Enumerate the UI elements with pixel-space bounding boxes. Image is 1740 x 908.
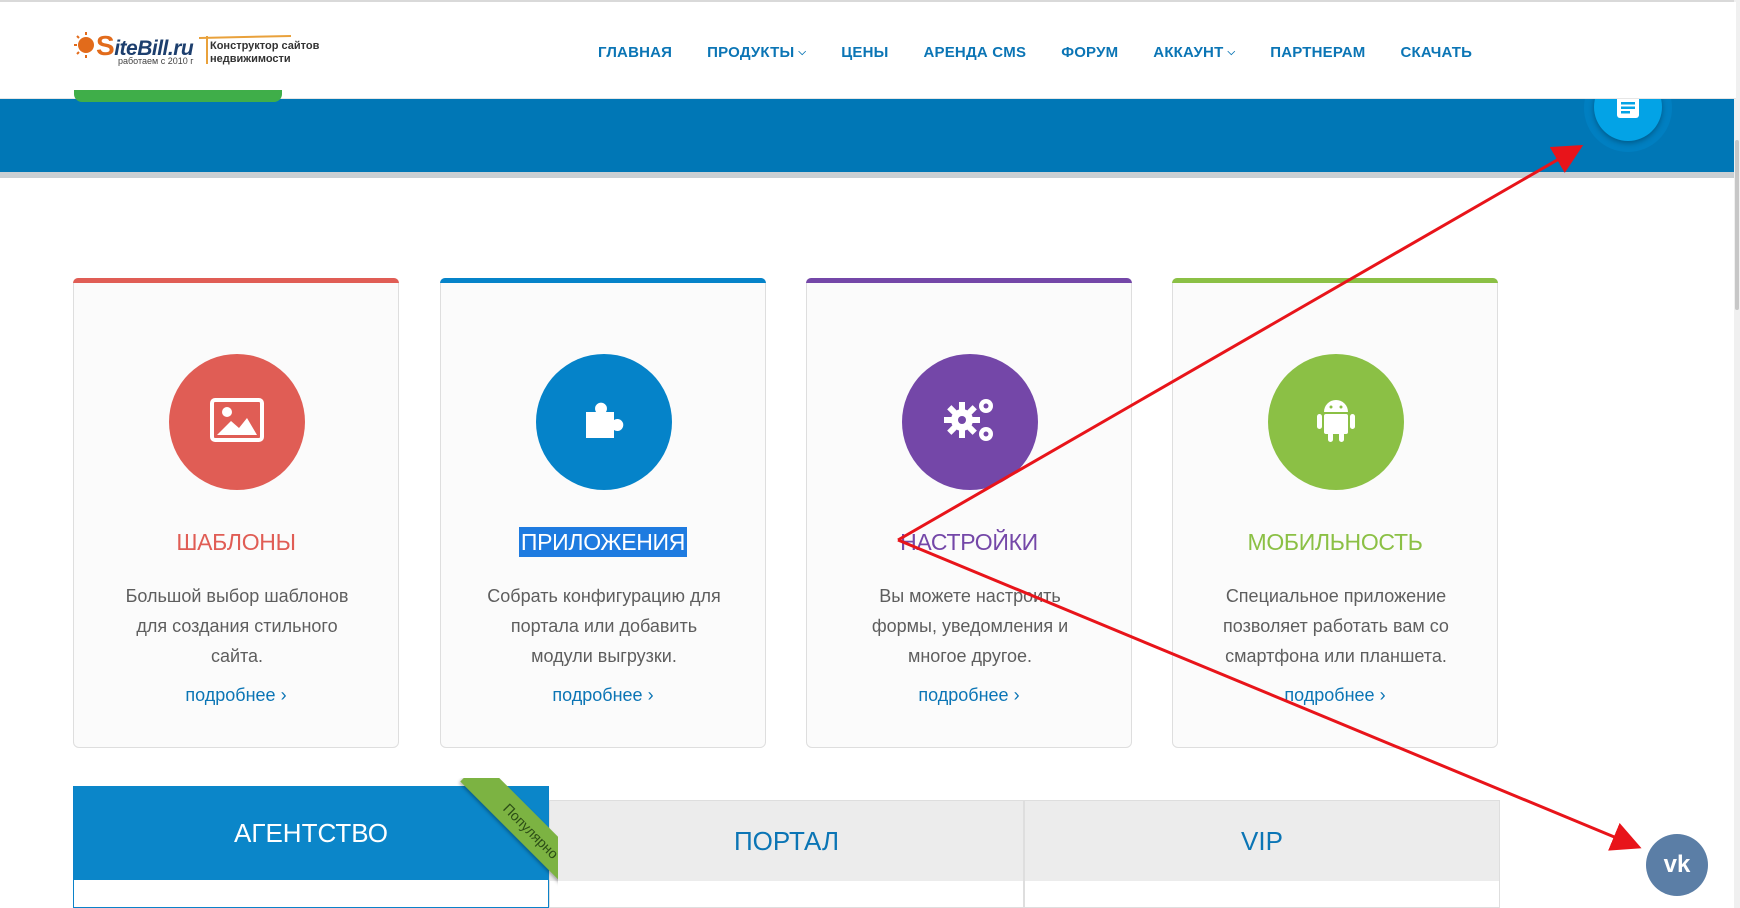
android-icon — [1316, 396, 1356, 449]
hero-band-shadow — [0, 172, 1736, 178]
main-navigation: ГЛАВНАЯ ПРОДУКТЫ ⌵ ЦЕНЫ АРЕНДА CMS ФОРУМ АККАУ… — [598, 44, 1507, 61]
sitebill-logo[interactable]: SiteBill.ru работаем с 2010 г Конструкто… — [74, 26, 334, 72]
card-more-link[interactable]: подробнее › — [74, 685, 398, 706]
vk-icon: vk — [1663, 851, 1691, 878]
nav-item-label: АККАУНТ — [1153, 44, 1224, 61]
page-scrollbar[interactable] — [1734, 0, 1740, 908]
card-title-text: МОБИЛЬНОСТЬ — [1247, 529, 1423, 555]
card-more-link[interactable]: подробнее › — [1173, 685, 1497, 706]
logo-tagline-line1: Конструктор сайтов — [210, 40, 320, 52]
logo-tagline: Конструктор сайтов недвижимости — [210, 40, 319, 66]
card-title-text: ПРИЛОЖЕНИЯ — [518, 527, 688, 557]
card-more-label: подробнее — [185, 685, 276, 705]
card-description: Собрать конфигурацию для портала или доб… — [487, 586, 721, 666]
gears-icon — [942, 394, 998, 451]
logo-tagline-line2: недвижимости — [210, 53, 291, 65]
logo-since: работаем с 2010 г — [118, 56, 194, 66]
card-icon-circle — [1268, 354, 1404, 490]
card-more-label: подробнее — [918, 685, 1009, 705]
scrollbar-thumb[interactable] — [1735, 140, 1739, 310]
nav-item-2[interactable]: ЦЕНЫ — [841, 44, 888, 61]
nav-item-label: ЦЕНЫ — [841, 44, 889, 61]
vk-button[interactable]: vk — [1646, 834, 1708, 896]
chevron-right-icon: › — [280, 685, 287, 705]
card-top-bar — [73, 278, 399, 283]
nav-item-0[interactable]: ГЛАВНАЯ — [598, 44, 672, 61]
hero-band — [0, 98, 1736, 172]
card-more-label: подробнее — [1284, 685, 1375, 705]
popular-ribbon: Популярно — [440, 778, 558, 896]
logo-brand-s: S — [96, 30, 115, 61]
nav-item-label: ПАРТНЕРАМ — [1270, 44, 1366, 61]
chevron-down-icon: ⌵ — [798, 47, 807, 58]
card-top-bar — [1172, 278, 1498, 283]
feature-card: ШАБЛОНЫ Большой выбор шаблонов для создан… — [73, 278, 399, 748]
chevron-right-icon: › — [647, 685, 654, 705]
pricing-portal-header: ПОРТАЛ — [550, 801, 1023, 881]
nav-item-label: АРЕНДА CMS — [923, 44, 1027, 61]
card-description: Специальное приложение позволяет работат… — [1223, 586, 1449, 666]
pricing-vip[interactable]: VIP — [1024, 800, 1500, 908]
nav-item-4[interactable]: ФОРУМ — [1061, 44, 1118, 61]
card-title: МОБИЛЬНОСТЬ — [1173, 529, 1497, 556]
nav-item-1[interactable]: ПРОДУКТЫ ⌵ — [707, 44, 806, 61]
card-more-label: подробнее — [552, 685, 643, 705]
pricing-vip-header: VIP — [1025, 801, 1499, 881]
chevron-right-icon: › — [1379, 685, 1386, 705]
card-top-bar — [806, 278, 1132, 283]
card-more-link[interactable]: подробнее › — [441, 685, 765, 706]
card-description: Большой выбор шаблонов для создания стил… — [125, 586, 349, 666]
feature-card: НАСТРОЙКИ Вы можете настроить формы, увед… — [806, 278, 1132, 748]
pricing-portal[interactable]: ПОРТАЛ — [549, 800, 1024, 908]
card-icon-circle — [902, 354, 1038, 490]
site-header: SiteBill.ru работаем с 2010 г Конструкто… — [0, 2, 1736, 99]
feature-card: МОБИЛЬНОСТЬ Специальное приложение позвол… — [1172, 278, 1498, 748]
nav-item-label: ГЛАВНАЯ — [598, 44, 673, 61]
image-icon — [209, 397, 265, 448]
feature-card: ПРИЛОЖЕНИЯ Собрать конфигурацию для порта… — [440, 278, 766, 748]
card-icon-circle — [169, 354, 305, 490]
nav-item-7[interactable]: СКАЧАТЬ — [1400, 44, 1472, 61]
nav-item-6[interactable]: ПАРТНЕРАМ — [1270, 44, 1365, 61]
popular-ribbon-label: Популярно — [460, 778, 558, 896]
nav-item-5[interactable]: АККАУНТ ⌵ — [1153, 44, 1235, 61]
card-title-text: ШАБЛОНЫ — [176, 529, 296, 555]
chevron-right-icon: › — [1013, 685, 1020, 705]
puzzle-icon — [580, 396, 628, 449]
card-icon-circle — [536, 354, 672, 490]
nav-item-label: СКАЧАТЬ — [1400, 44, 1473, 61]
chevron-down-icon: ⌵ — [1227, 47, 1236, 58]
card-top-bar — [440, 278, 766, 283]
hero-green-button[interactable] — [74, 90, 282, 102]
nav-item-label: ФОРУМ — [1061, 44, 1119, 61]
card-title-text: НАСТРОЙКИ — [900, 529, 1038, 555]
nav-item-label: ПРОДУКТЫ — [707, 44, 795, 61]
nav-item-3[interactable]: АРЕНДА CMS — [923, 44, 1026, 61]
card-title: НАСТРОЙКИ — [807, 529, 1131, 556]
card-title: ПРИЛОЖЕНИЯ — [441, 527, 765, 557]
card-title: ШАБЛОНЫ — [74, 529, 398, 556]
card-more-link[interactable]: подробнее › — [807, 685, 1131, 706]
card-description: Вы можете настроить формы, уведомления и… — [871, 586, 1069, 666]
